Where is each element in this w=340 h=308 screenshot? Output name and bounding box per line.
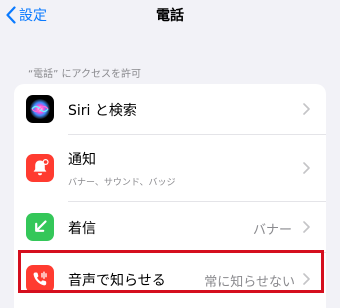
chevron-right-icon [303, 162, 310, 174]
incoming-calls-value: バナー [252, 223, 292, 238]
section-header: “電話” にアクセスを許可 [28, 69, 142, 80]
chevron-right-icon [303, 103, 310, 115]
siri-search-row[interactable]: Siri と検索 [14, 84, 326, 134]
incoming-calls-label: 着信 [68, 221, 96, 237]
notifications-subtitle: バナー、サウンド、バッジ [68, 178, 176, 188]
siri-search-label: Siri と検索 [68, 103, 137, 119]
incoming-calls-row[interactable]: 着信 バナー [14, 202, 326, 252]
chevron-right-icon [303, 221, 310, 233]
notifications-label: 通知 [68, 152, 96, 168]
notifications-row[interactable]: 通知 バナー、サウンド、バッジ [14, 135, 326, 201]
page-title: 電話 [156, 8, 184, 24]
incoming-call-icon [26, 213, 54, 241]
navigation-bar: 設定 電話 [0, 0, 340, 36]
bell-icon [26, 154, 54, 182]
highlight-box [18, 250, 324, 293]
siri-icon [26, 95, 54, 123]
